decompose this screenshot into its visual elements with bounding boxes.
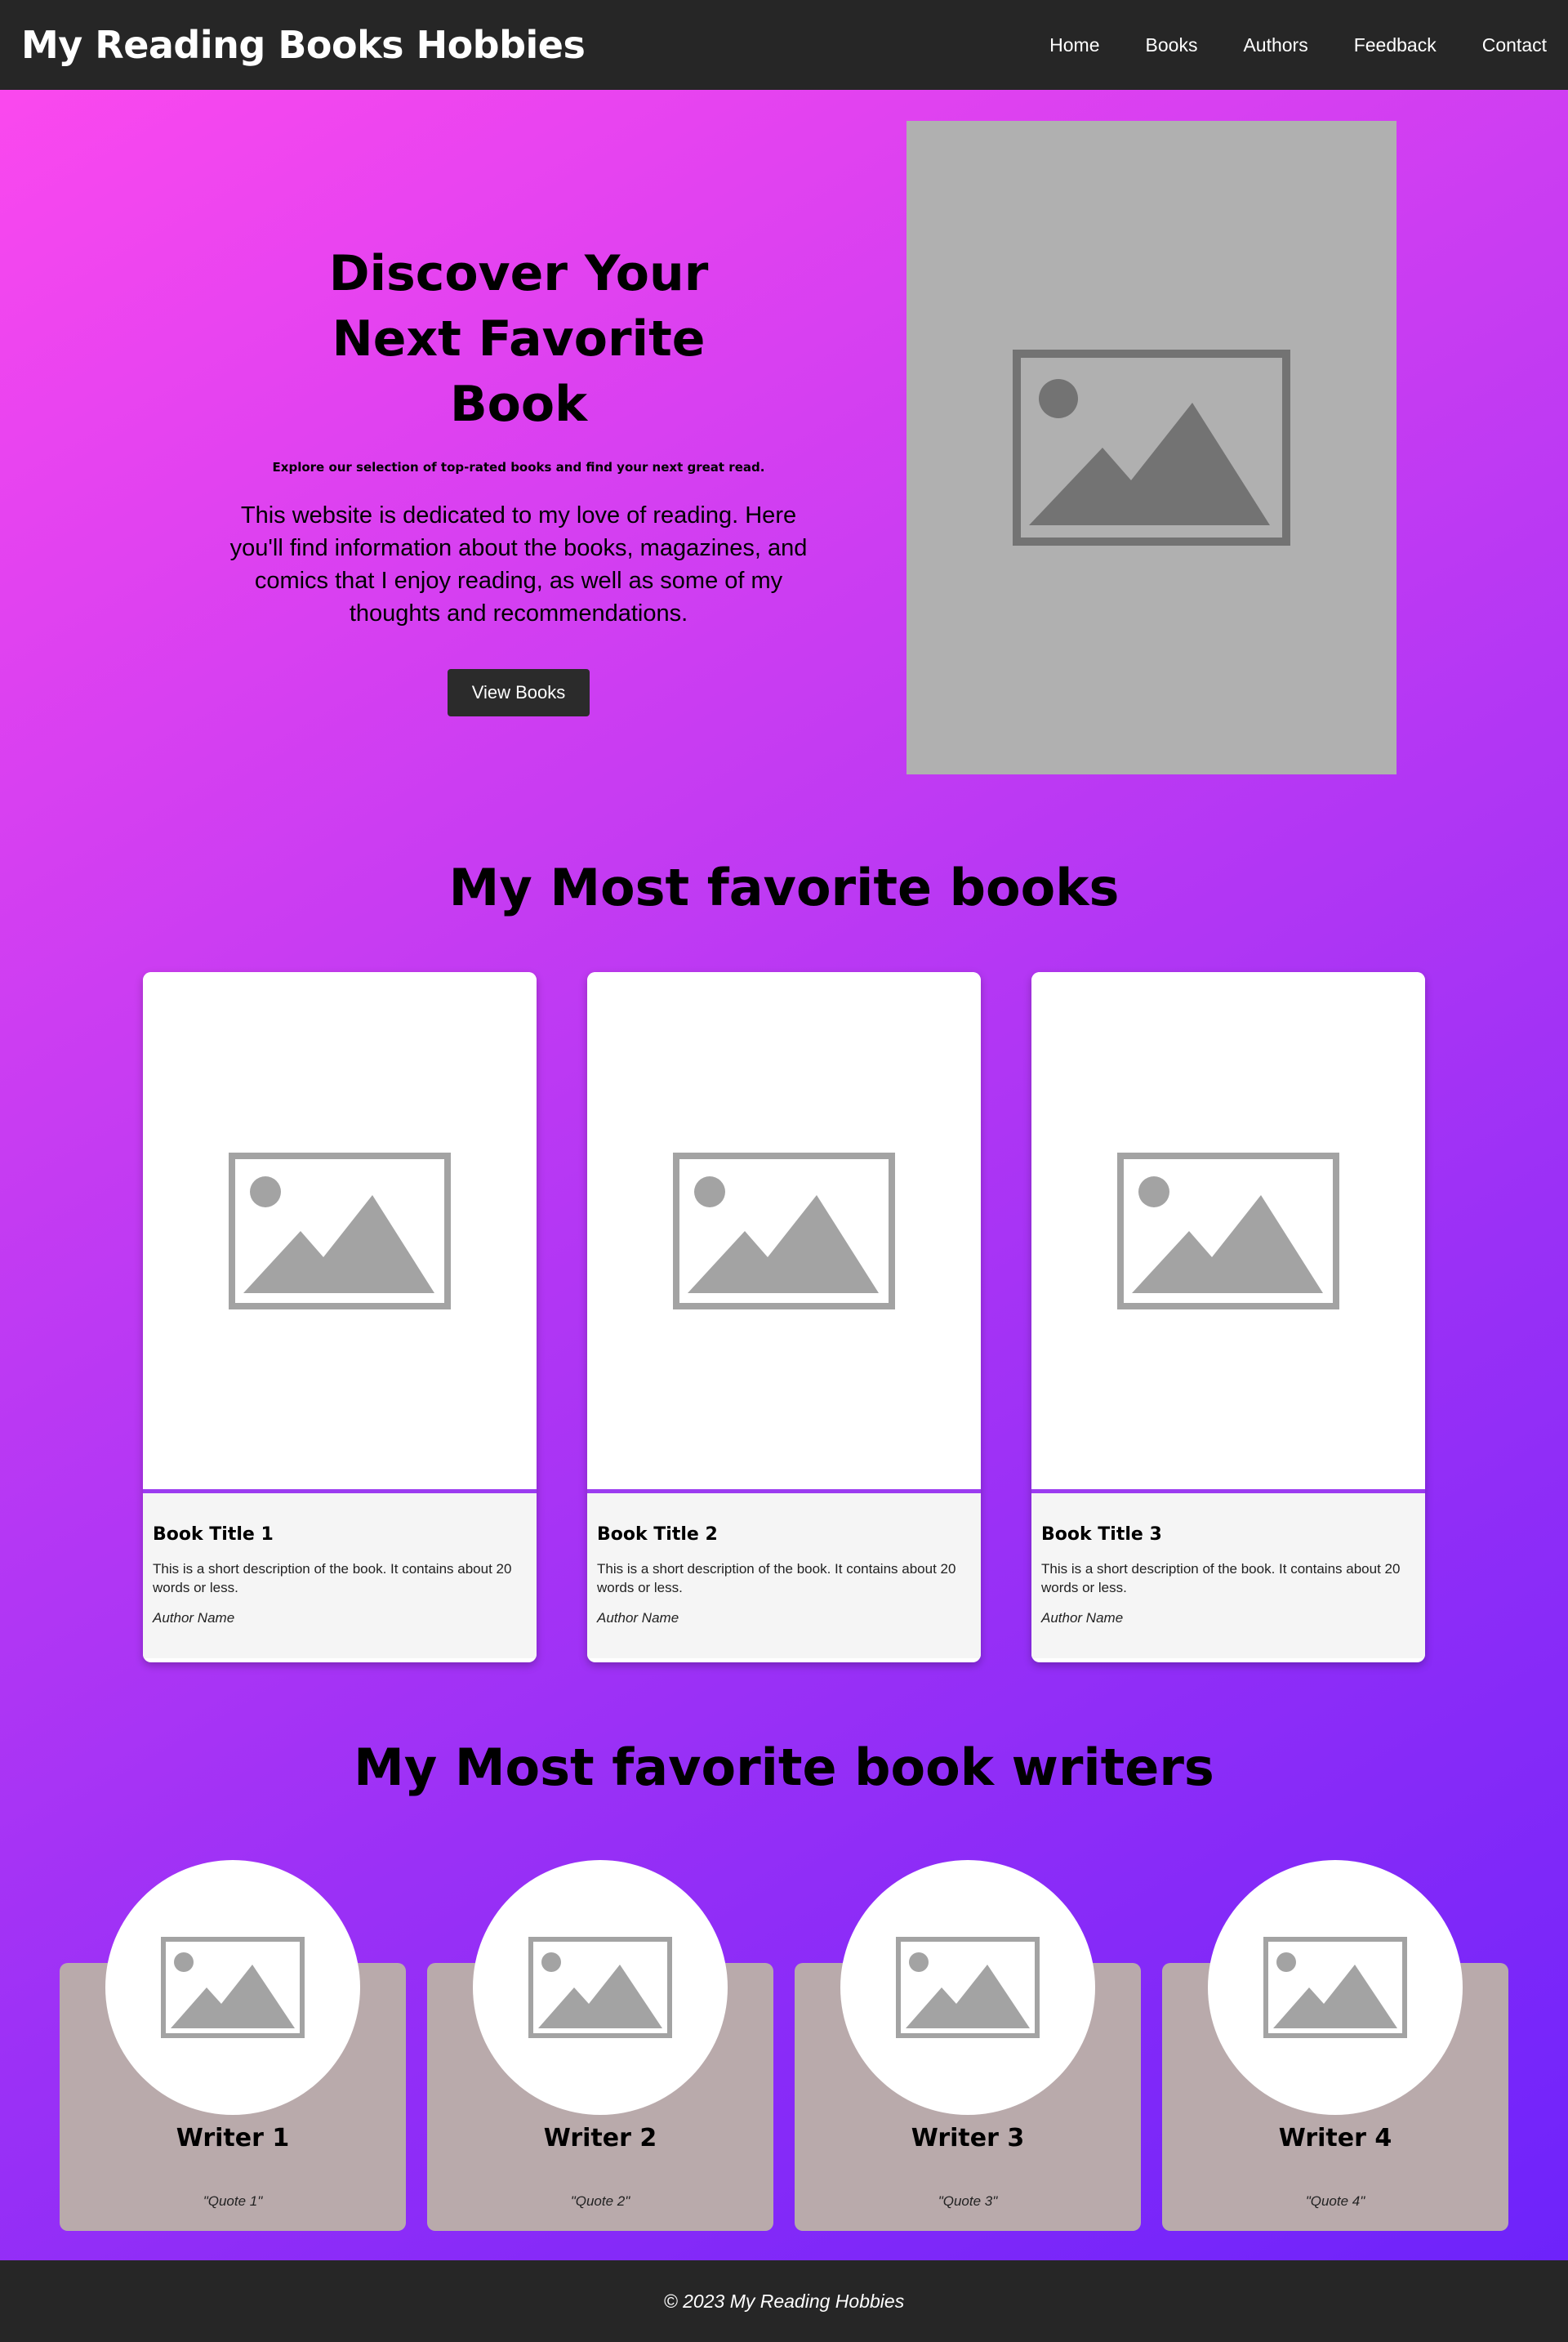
hero-section: Discover Your Next Favorite Book Explore…	[204, 241, 833, 716]
image-placeholder-icon	[673, 1152, 895, 1309]
book-title: Book Title 3	[1041, 1524, 1162, 1545]
book-info: Book Title 1 This is a short description…	[143, 1493, 537, 1658]
book-author: Author Name	[1041, 1610, 1124, 1626]
nav-home[interactable]: Home	[1049, 34, 1099, 56]
book-card[interactable]: Book Title 3 This is a short description…	[1031, 972, 1425, 1662]
footer-copyright: © 2023 My Reading Hobbies	[663, 2290, 905, 2312]
book-author: Author Name	[153, 1610, 235, 1626]
site-header: My Reading Books Hobbies Home Books Auth…	[0, 0, 1568, 90]
image-placeholder-icon	[229, 1152, 451, 1309]
image-placeholder-icon	[528, 1937, 672, 2038]
image-placeholder-icon	[1117, 1152, 1339, 1309]
writer-quote: "Quote 4"	[1305, 2193, 1365, 2209]
writer-photo	[105, 1860, 360, 2115]
hero-title: Discover Your Next Favorite Book	[328, 245, 709, 433]
book-info: Book Title 3 This is a short description…	[1031, 1493, 1425, 1658]
hero-description: This website is dedicated to my love of …	[229, 502, 808, 627]
writer-quote: "Quote 2"	[570, 2193, 630, 2209]
hero-tagline: Explore our selection of top-rated books…	[272, 460, 765, 475]
nav-books[interactable]: Books	[1146, 34, 1198, 56]
image-placeholder-icon	[896, 1937, 1040, 2038]
book-description: This is a short description of the book.…	[153, 1561, 512, 1595]
nav-feedback[interactable]: Feedback	[1354, 34, 1437, 56]
writers-section-title: My Most favorite book writers	[354, 1738, 1214, 1797]
main-nav: Home Books Authors Feedback Contact	[1004, 34, 1547, 56]
book-title: Book Title 2	[597, 1524, 718, 1545]
site-footer: © 2023 My Reading Hobbies	[0, 2260, 1568, 2342]
books-section-title: My Most favorite books	[448, 858, 1120, 917]
writer-photo	[473, 1860, 728, 2115]
book-title: Book Title 1	[153, 1524, 274, 1545]
writer-name: Writer 4	[1278, 2124, 1392, 2152]
image-placeholder-icon	[1013, 350, 1290, 546]
book-cover	[1031, 972, 1425, 1493]
image-placeholder-icon	[1263, 1937, 1407, 2038]
book-card[interactable]: Book Title 2 This is a short description…	[587, 972, 981, 1662]
book-cover	[143, 972, 537, 1493]
writer-quote: "Quote 3"	[938, 2193, 998, 2209]
nav-contact[interactable]: Contact	[1482, 34, 1547, 56]
book-card[interactable]: Book Title 1 This is a short description…	[143, 972, 537, 1662]
book-description: This is a short description of the book.…	[1041, 1561, 1401, 1595]
book-description: This is a short description of the book.…	[597, 1561, 956, 1595]
writer-name: Writer 3	[911, 2124, 1025, 2152]
site-brand[interactable]: My Reading Books Hobbies	[21, 23, 586, 67]
writer-photo	[840, 1860, 1095, 2115]
nav-authors[interactable]: Authors	[1243, 34, 1307, 56]
writer-name: Writer 1	[176, 2124, 290, 2152]
image-placeholder-icon	[161, 1937, 305, 2038]
hero-image	[906, 121, 1396, 774]
writer-quote: "Quote 1"	[203, 2193, 263, 2209]
book-info: Book Title 2 This is a short description…	[587, 1493, 981, 1658]
writer-name: Writer 2	[543, 2124, 657, 2152]
book-author: Author Name	[597, 1610, 679, 1626]
view-books-button[interactable]: View Books	[447, 669, 590, 716]
book-cover	[587, 972, 981, 1493]
writer-photo	[1208, 1860, 1463, 2115]
